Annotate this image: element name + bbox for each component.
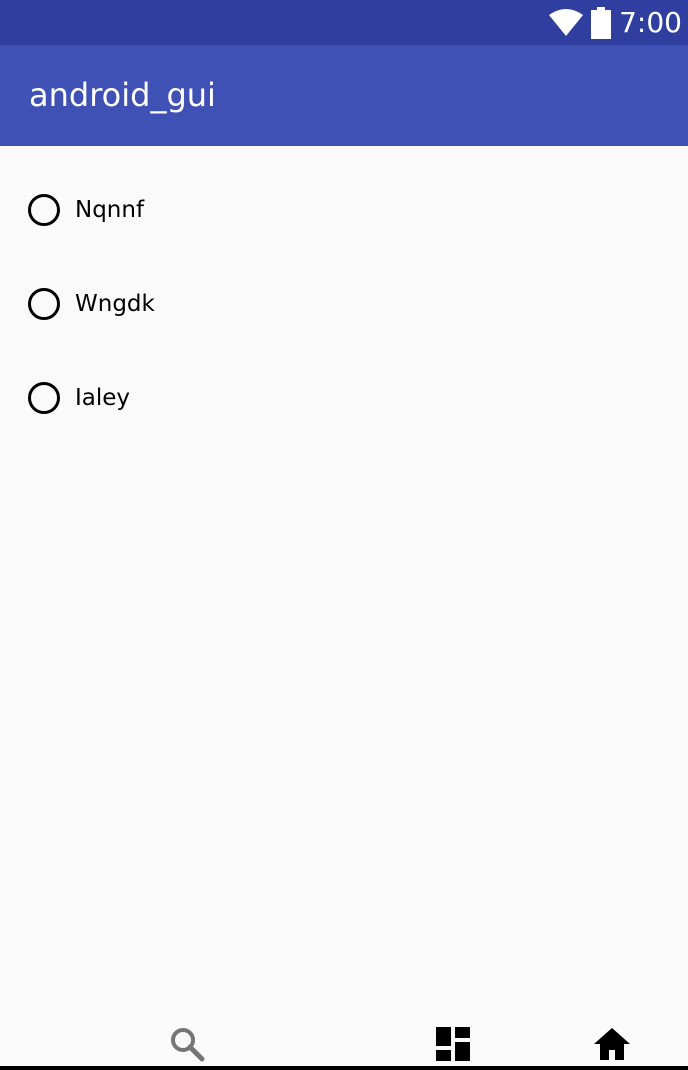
radio-option-nqnnf[interactable]: Nqnnf [28,190,144,230]
search-icon [169,1026,205,1066]
radio-button-icon[interactable] [28,288,60,320]
battery-icon [591,6,612,39]
status-bar: 7:00 [0,0,688,45]
dashboard-icon [436,1027,470,1065]
wifi-icon [549,8,584,37]
radio-label: Nqnnf [75,197,145,223]
home-icon [594,1028,630,1064]
radio-option-ialey[interactable]: Ialey [28,378,130,418]
radio-option-wngdk[interactable]: Wngdk [28,284,155,324]
navigation-bar-divider [0,1066,688,1070]
radio-group: Nqnnf Wngdk Ialey [0,146,688,1036]
bottom-navigation [0,1016,688,1066]
radio-label: Ialey [75,385,131,411]
search-button[interactable] [167,1026,207,1066]
radio-label: Wngdk [75,291,155,317]
radio-button-icon[interactable] [28,382,60,414]
app-bar: android_gui [0,45,688,146]
dashboard-button[interactable] [433,1026,473,1066]
status-clock: 7:00 [619,6,682,39]
radio-button-icon[interactable] [28,194,60,226]
status-icons: 7:00 [549,0,682,45]
home-button[interactable] [592,1026,632,1066]
app-title: android_gui [29,76,216,114]
